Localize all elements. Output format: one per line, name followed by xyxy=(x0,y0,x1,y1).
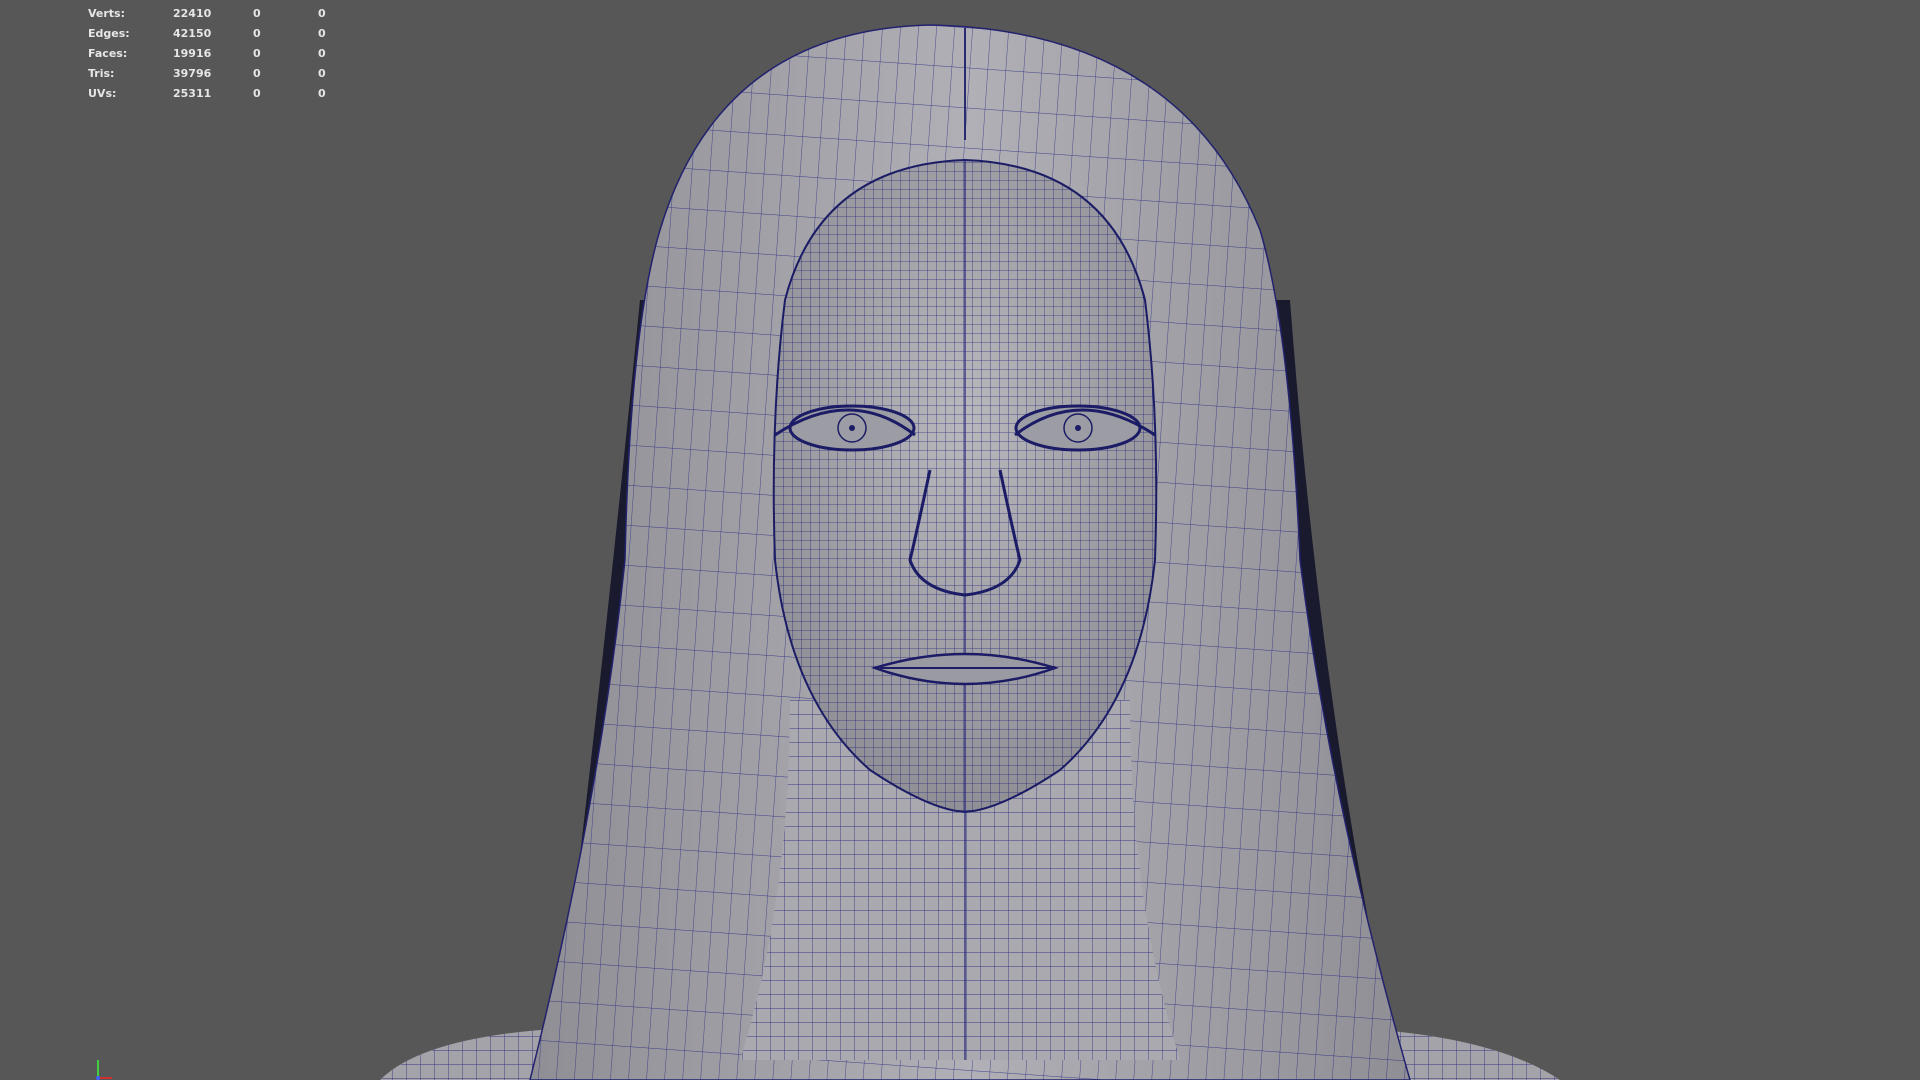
hud-selected: 0 xyxy=(253,26,261,40)
hud-row-uvs: UVs: 25311 0 0 xyxy=(88,83,358,103)
3d-viewport[interactable]: Verts: 22410 0 0 Edges: 42150 0 0 Faces:… xyxy=(0,0,1920,1080)
hud-row-edges: Edges: 42150 0 0 xyxy=(88,23,358,43)
hud-row-verts: Verts: 22410 0 0 xyxy=(88,3,358,23)
hud-selected: 0 xyxy=(253,46,261,60)
hud-total: 19916 xyxy=(173,46,212,60)
hud-selected: 0 xyxy=(253,66,261,80)
hud-total: 22410 xyxy=(173,6,212,20)
hud-selected: 0 xyxy=(253,86,261,100)
hud-selected-components: 0 xyxy=(318,46,326,60)
hud-total: 39796 xyxy=(173,66,212,80)
hud-total: 25311 xyxy=(173,86,212,100)
hud-row-tris: Tris: 39796 0 0 xyxy=(88,63,358,83)
poly-count-hud: Verts: 22410 0 0 Edges: 42150 0 0 Faces:… xyxy=(88,3,358,103)
hud-selected-components: 0 xyxy=(318,26,326,40)
wireframe-head-model[interactable] xyxy=(0,0,1920,1080)
hud-selected-components: 0 xyxy=(318,66,326,80)
hud-label: Tris: xyxy=(88,66,115,80)
view-axis-gizmo-icon xyxy=(96,1060,112,1080)
hud-label: Verts: xyxy=(88,6,126,20)
hud-selected-components: 0 xyxy=(318,86,326,100)
hud-label: UVs: xyxy=(88,86,117,100)
hud-label: Faces: xyxy=(88,46,128,60)
hud-row-faces: Faces: 19916 0 0 xyxy=(88,43,358,63)
hud-total: 42150 xyxy=(173,26,212,40)
hud-selected: 0 xyxy=(253,6,261,20)
hud-label: Edges: xyxy=(88,26,130,40)
hud-selected-components: 0 xyxy=(318,6,326,20)
